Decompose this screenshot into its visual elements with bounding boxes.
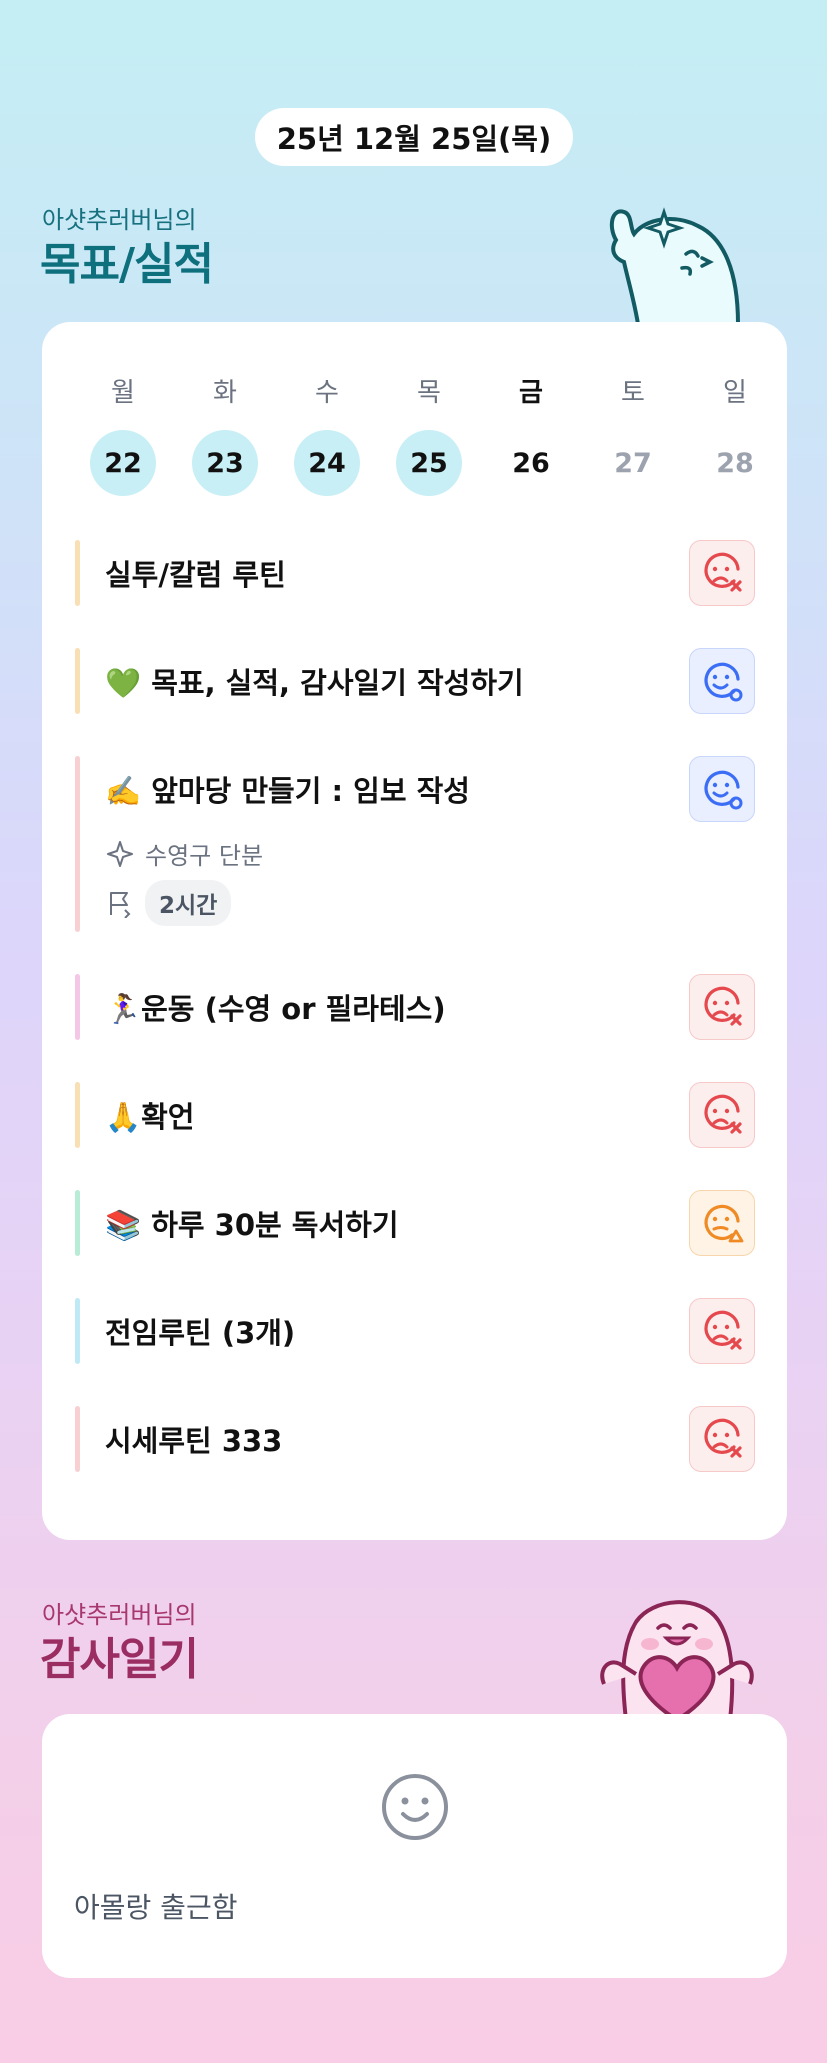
date-cell[interactable]: 24	[276, 430, 378, 496]
goal-item[interactable]: 🙏확언	[75, 1082, 755, 1148]
goal-status-button[interactable]	[689, 1190, 755, 1256]
goal-card: 월 화 수 목 금 토 일 22 23 24 25 26 27 28 실투/칼럼…	[42, 322, 787, 1540]
goal-item[interactable]: 📚 하루 30분 독서하기	[75, 1190, 755, 1256]
goal-tag-row: 수영구 단분	[105, 836, 263, 871]
weekday-label: 토	[621, 378, 645, 408]
goal-status-button[interactable]	[689, 1406, 755, 1472]
goal-label: 🏃‍♀️운동 (수영 or 필라테스)	[105, 992, 446, 1026]
goal-color-bar	[75, 1082, 80, 1148]
smile-face-check-icon	[704, 662, 743, 702]
goal-tag: 수영구 단분	[145, 842, 264, 870]
goal-item[interactable]: 시세루틴 333	[75, 1406, 755, 1472]
diary-entry-text: 아몰랑 출근함	[74, 1891, 238, 1924]
date-cell[interactable]: 23	[174, 430, 276, 496]
weekday-label: 목	[417, 378, 441, 408]
goal-status-button[interactable]	[689, 1082, 755, 1148]
goal-label: 실투/칼럼 루틴	[105, 558, 286, 592]
weekday-label: 화	[213, 378, 237, 408]
goal-color-bar	[75, 1298, 80, 1364]
goal-color-bar	[75, 974, 80, 1040]
goal-status-button[interactable]	[689, 1298, 755, 1364]
goal-item[interactable]: 실투/칼럼 루틴	[75, 540, 755, 606]
goal-label: 📚 하루 30분 독서하기	[105, 1208, 399, 1242]
goal-item[interactable]: 💚 목표, 실적, 감사일기 작성하기	[75, 648, 755, 714]
heart-hug-mascot-illustration	[600, 1600, 754, 1720]
goal-color-bar	[75, 1190, 80, 1256]
goal-color-bar	[75, 1406, 80, 1472]
date-number: 26	[512, 447, 550, 479]
weekday-label: 일	[723, 378, 747, 408]
goal-color-bar	[75, 648, 80, 714]
goal-label: ✍️ 앞마당 만들기 : 임보 작성	[105, 774, 470, 808]
goal-time-row: 2시간	[105, 880, 232, 926]
diary-card[interactable]: 아몰랑 출근함	[42, 1714, 787, 1978]
goal-color-bar	[75, 756, 80, 932]
goal-item[interactable]: ✍️ 앞마당 만들기 : 임보 작성 수영구 단분 2시간	[75, 756, 755, 932]
date-number: 24	[294, 430, 360, 496]
date-cell[interactable]: 25	[378, 430, 480, 496]
sad-face-cross-icon	[704, 1094, 742, 1134]
date-cell[interactable]: 22	[72, 430, 174, 496]
sad-face-cross-icon	[704, 1310, 742, 1350]
sad-face-cross-icon	[704, 552, 742, 592]
smile-face-icon	[382, 1774, 448, 1840]
weekday-row: 월 화 수 목 금 토 일	[42, 372, 787, 409]
goal-label: 시세루틴 333	[105, 1424, 283, 1458]
goal-label: 💚 목표, 실적, 감사일기 작성하기	[105, 666, 524, 700]
date-cell[interactable]: 28	[684, 430, 786, 496]
sparkle-icon	[107, 840, 133, 867]
goal-label: 🙏확언	[105, 1100, 195, 1134]
date-row: 22 23 24 25 26 27 28	[42, 430, 787, 496]
date-number: 23	[192, 430, 258, 496]
goal-status-button[interactable]	[689, 974, 755, 1040]
sad-face-cross-icon	[704, 1418, 742, 1458]
goal-status-button[interactable]	[689, 540, 755, 606]
date-cell-today[interactable]: 26	[480, 430, 582, 496]
date-number: 22	[90, 430, 156, 496]
goal-status-button[interactable]	[689, 648, 755, 714]
date-label: 25년 12월 25일(목)	[276, 122, 552, 156]
goal-status-button[interactable]	[689, 756, 755, 822]
date-cell[interactable]: 27	[582, 430, 684, 496]
neutral-face-triangle-icon	[704, 1204, 744, 1243]
date-number: 27	[614, 447, 652, 479]
goal-time-chip: 2시간	[145, 880, 232, 926]
date-pill[interactable]: 25년 12월 25일(목)	[255, 108, 573, 166]
weekday-label: 수	[315, 378, 339, 408]
smile-face-check-icon	[704, 770, 743, 810]
weekday-label: 월	[111, 378, 135, 408]
sad-face-cross-icon	[704, 986, 742, 1026]
goal-label: 전임루틴 (3개)	[105, 1316, 296, 1350]
weekday-label-today: 금	[519, 378, 543, 408]
goal-section-title: 목표/실적	[40, 239, 214, 290]
goal-item[interactable]: 🏃‍♀️운동 (수영 or 필라테스)	[75, 974, 755, 1040]
goal-item[interactable]: 전임루틴 (3개)	[75, 1298, 755, 1364]
waving-mascot-illustration	[609, 207, 741, 324]
flag-icon	[110, 892, 131, 918]
date-number: 28	[716, 447, 754, 479]
date-number: 25	[396, 430, 462, 496]
diary-section-title: 감사일기	[40, 1634, 199, 1685]
goal-color-bar	[75, 540, 80, 606]
